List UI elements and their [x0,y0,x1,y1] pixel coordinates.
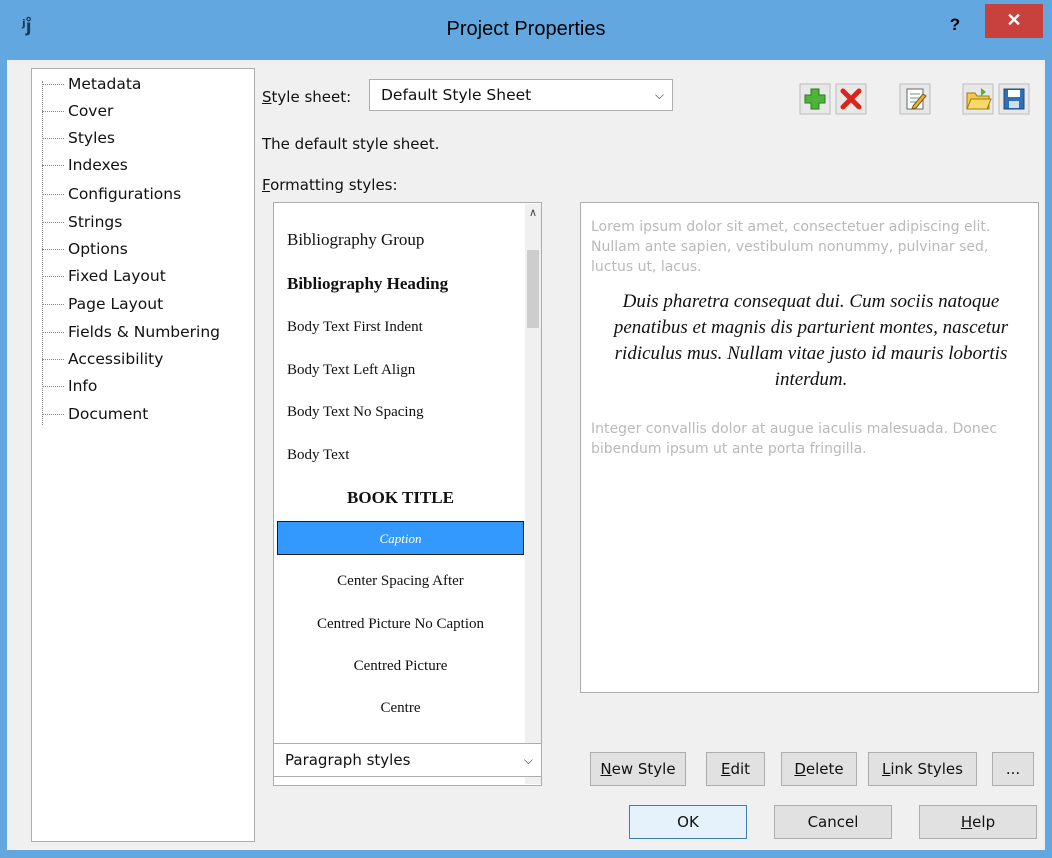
list-item[interactable]: Centred Picture [277,649,524,683]
preview-after-text: Integer convallis dolor at augue iaculis… [591,421,998,457]
nav-item-accessibility[interactable]: Accessibility [42,346,163,372]
list-scrollbar[interactable]: ∧ ∨ [525,204,541,784]
window-title: Project Properties [446,18,606,40]
nav-item-styles[interactable]: Styles [42,125,115,151]
more-options-button[interactable]: ... [992,752,1034,786]
title-bar[interactable]: ʲj̊ Project Properties ? ✕ [0,0,1052,60]
style-type-select[interactable]: Paragraph styles ⌵ [273,743,542,777]
edit-style-button[interactable]: Edit [706,752,765,786]
nav-item-metadata[interactable]: Metadata [42,71,141,97]
ok-button[interactable]: OK [629,805,747,839]
formatting-styles-label: Formatting styles: [262,176,398,194]
add-stylesheet-button[interactable] [799,83,831,115]
chevron-down-icon: ⌵ [654,88,664,102]
edit-stylesheet-button[interactable] [899,83,931,115]
list-item[interactable]: BOOK TITLE [277,481,524,515]
dialog-body: Metadata Cover Styles Indexes Configurat… [7,60,1045,850]
list-item-selected[interactable]: Caption [277,521,524,555]
stylesheet-description: The default style sheet. [262,135,440,153]
nav-item-document[interactable]: Document [42,401,148,427]
dialog-window: ʲj̊ Project Properties ? ✕ Metadata Cove… [0,0,1052,858]
list-item[interactable]: Body Text First Indent [277,310,534,344]
delete-stylesheet-button[interactable] [835,83,867,115]
list-item[interactable]: Body Text No Spacing [277,395,534,429]
list-item[interactable]: Bibliography Heading [277,267,534,301]
link-styles-button[interactable]: Link Styles [868,752,977,786]
formatting-styles-list[interactable]: Bibliography Group Bibliography Heading … [273,202,542,786]
list-item[interactable]: Body Text Left Align [277,353,534,387]
delete-style-button[interactable]: Delete [781,752,857,786]
nav-item-options[interactable]: Options [42,236,128,262]
help-button[interactable]: ? [940,10,970,40]
list-item[interactable]: Centred Picture No Caption [277,607,524,641]
nav-item-strings[interactable]: Strings [42,209,122,235]
cancel-button[interactable]: Cancel [774,805,892,839]
nav-item-configurations[interactable]: Configurations [42,181,181,207]
close-button[interactable]: ✕ [985,4,1043,38]
nav-item-indexes[interactable]: Indexes [42,152,128,178]
save-stylesheet-button[interactable] [998,83,1030,115]
list-item[interactable]: Center Spacing After [277,564,524,598]
help-dialog-button[interactable]: Help [919,805,1037,839]
scroll-up-icon[interactable]: ∧ [525,206,541,224]
list-item[interactable]: Body Text [277,438,534,472]
preview-sample-text: Duis pharetra consequat dui. Cum sociis … [613,291,1009,390]
nav-item-info[interactable]: Info [42,373,97,399]
preview-before-text: Lorem ipsum dolor sit amet, consectetuer… [591,219,991,275]
style-sheet-label: Style sheet: [262,88,352,106]
scroll-thumb[interactable] [527,250,539,328]
list-item[interactable]: Bibliography Group [277,223,534,257]
new-style-button[interactable]: New Style [590,752,686,786]
nav-item-fixed-layout[interactable]: Fixed Layout [42,263,166,289]
nav-item-fields-numbering[interactable]: Fields & Numbering [42,319,220,345]
style-sheet-select[interactable]: Default Style Sheet ⌵ [369,79,673,111]
properties-nav-tree: Metadata Cover Styles Indexes Configurat… [31,68,255,842]
list-item[interactable]: Centre [277,691,524,725]
nav-item-page-layout[interactable]: Page Layout [42,291,163,317]
style-preview: Lorem ipsum dolor sit amet, consectetuer… [580,202,1039,693]
chevron-down-icon: ⌵ [523,753,533,767]
open-stylesheet-button[interactable] [962,83,994,115]
nav-item-cover[interactable]: Cover [42,98,113,124]
